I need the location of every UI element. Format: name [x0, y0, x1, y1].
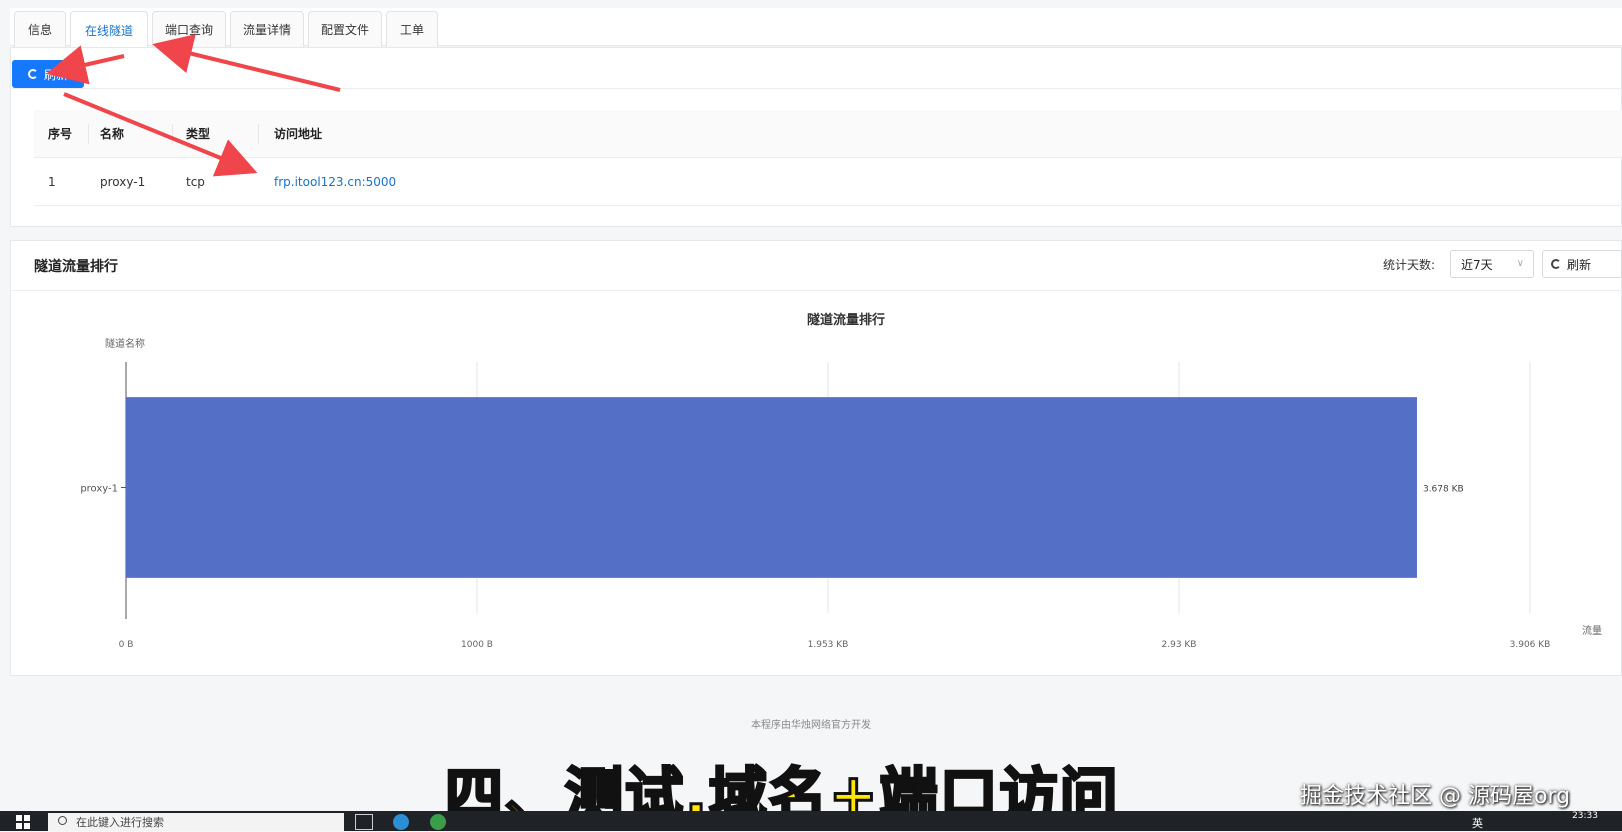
edge-browser-icon[interactable]	[393, 814, 409, 830]
row-name: proxy-1	[100, 174, 146, 189]
tab-label: 端口查询	[164, 23, 213, 37]
chrome-icon[interactable]	[430, 814, 446, 830]
taskbar-search-input[interactable]: 在此键入进行搜索	[48, 813, 344, 831]
refresh-button[interactable]: 刷新	[12, 60, 84, 88]
ranking-refresh-label: 刷新	[1567, 257, 1592, 272]
tab-config-file[interactable]: 配置文件	[308, 11, 382, 47]
row-address-link[interactable]: frp.itool123.cn:5000	[274, 158, 396, 205]
ranking-title: 隧道流量排行	[34, 259, 118, 275]
divider	[10, 290, 1622, 291]
days-select[interactable]: 近7天 ∨	[1450, 250, 1534, 278]
tab-traffic-detail[interactable]: 流量详情	[230, 11, 304, 47]
divider	[10, 88, 1622, 89]
ime-indicator[interactable]: 英	[1472, 815, 1483, 831]
search-placeholder: 在此键入进行搜索	[76, 816, 164, 829]
refresh-icon	[27, 69, 38, 79]
refresh-button-label: 刷新	[43, 67, 68, 82]
taskbar: 在此键入进行搜索 英 23:33	[0, 811, 1622, 831]
column-separator	[258, 124, 259, 144]
tab-label: 信息	[27, 23, 52, 37]
task-view-icon[interactable]	[355, 814, 373, 830]
tab-info[interactable]: 信息	[14, 11, 66, 47]
watermark: 掘金技术社区 @ 源码屋org	[1300, 784, 1571, 809]
clock[interactable]: 23:33	[1572, 811, 1598, 821]
ranking-refresh-button[interactable]: 刷新	[1542, 250, 1622, 278]
row-type: tcp	[186, 174, 205, 189]
table-header: 序号 名称 类型 访问地址	[34, 110, 1622, 158]
tab-label: 流量详情	[242, 23, 291, 37]
windows-start-icon[interactable]	[16, 815, 30, 829]
column-header-type: 类型	[186, 127, 211, 141]
column-header-address: 访问地址	[274, 127, 323, 141]
tab-label: 配置文件	[320, 23, 369, 37]
tab-label: 在线隧道	[84, 23, 133, 38]
column-header-name: 名称	[100, 127, 125, 141]
days-label: 统计天数:	[1383, 258, 1436, 272]
column-header-index: 序号	[48, 127, 73, 141]
search-icon	[58, 816, 67, 825]
tab-port-query[interactable]: 端口查询	[152, 11, 226, 47]
ranking-card	[10, 240, 1622, 676]
column-separator	[172, 124, 173, 144]
table-row: 1 proxy-1 tcp frp.itool123.cn:5000	[34, 158, 1622, 206]
chevron-down-icon: ∨	[1516, 258, 1524, 269]
tab-online-tunnel[interactable]: 在线隧道	[70, 11, 148, 48]
page: 信息 在线隧道 端口查询 流量详情 配置文件 工单 刷新 序号 名称 类型 访问…	[0, 0, 1622, 831]
tab-label: 工单	[399, 23, 424, 37]
column-separator	[88, 124, 89, 144]
days-select-value: 近7天	[1461, 257, 1493, 272]
row-index: 1	[48, 174, 56, 189]
tunnel-table: 序号 名称 类型 访问地址 1 proxy-1 tcp frp.itool123…	[34, 110, 1622, 206]
tab-bar: 信息 在线隧道 端口查询 流量详情 配置文件 工单	[10, 8, 1622, 48]
footer-text: 本程序由华烛网络官方开发	[751, 720, 871, 731]
refresh-icon	[1551, 259, 1561, 269]
tab-ticket[interactable]: 工单	[386, 11, 438, 47]
